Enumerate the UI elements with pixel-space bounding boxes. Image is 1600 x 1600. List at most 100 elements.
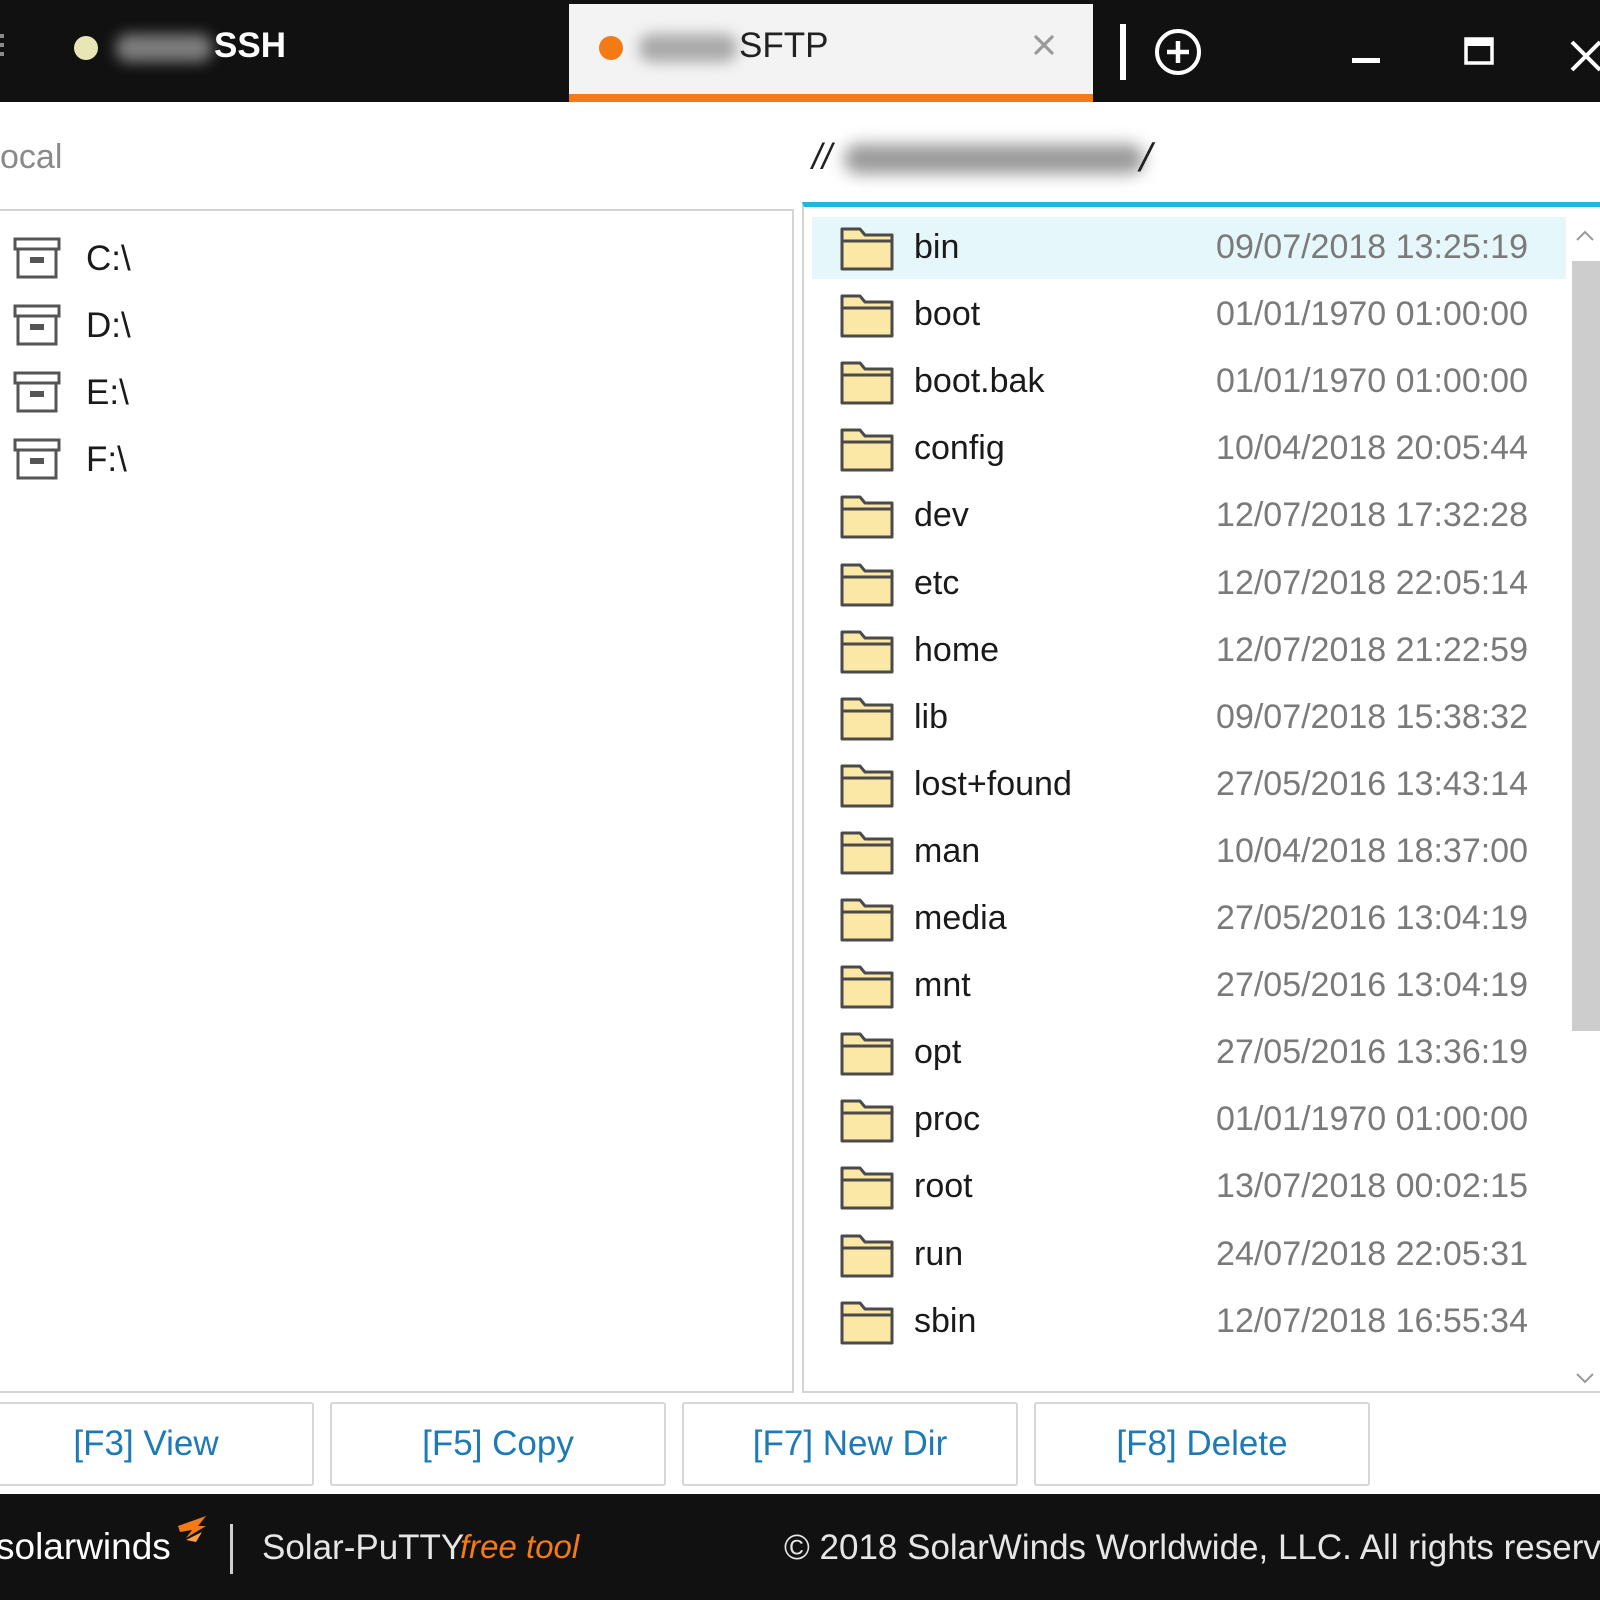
drive-label: C:\ [86,239,131,278]
delete-button[interactable]: [F8] Delete [1034,1402,1370,1486]
plus-circle-icon [1155,29,1201,75]
remote-path-suffix: / [1140,136,1153,177]
folder-icon [840,697,894,741]
product-name: Solar-PuTTY [262,1528,465,1567]
drive-label: E:\ [86,373,129,412]
redacted-remote-host [844,144,1144,174]
file-name: sbin [914,1301,977,1340]
file-date: 12/07/2018 22:05:14 [1216,563,1528,602]
tab-ssh[interactable]: SSH [0,4,568,102]
folder-icon [840,563,894,606]
tab-sftp-title: SFTP [739,26,829,65]
ssh-status-dot [74,36,98,60]
file-row[interactable]: bin 09/07/2018 13:25:19 [812,217,1566,279]
drive-item[interactable]: D:\ [0,296,700,356]
scrollbar[interactable] [1566,217,1600,1387]
file-date: 12/07/2018 21:22:59 [1216,630,1528,669]
folder-icon [840,1166,894,1210]
copyright-text: © 2018 SolarWinds Worldwide, LLC. All ri… [784,1528,1600,1567]
file-date: 09/07/2018 13:25:19 [1216,228,1528,266]
redacted-host-name [639,34,737,62]
free-tool-label: free tool [460,1528,580,1565]
folder-icon [840,227,894,271]
brand-name: solarwinds [0,1526,171,1567]
file-row[interactable]: boot.bak 01/01/1970 01:00:00 [812,351,1566,413]
file-date: 27/05/2016 13:43:14 [1216,764,1528,803]
file-row[interactable]: lost+found 27/05/2016 13:43:14 [812,754,1566,816]
file-name: media [914,899,1007,937]
file-date: 12/07/2018 16:55:34 [1216,1301,1528,1340]
drive-icon [13,304,61,346]
drive-item[interactable]: E:\ [0,363,700,423]
file-date: 24/07/2018 22:05:31 [1216,1234,1528,1273]
drive-icon [13,371,61,413]
file-row[interactable]: media 27/05/2016 13:04:19 [812,888,1566,950]
file-date: 01/01/1970 01:00:00 [1216,295,1528,334]
file-name: run [914,1234,964,1273]
file-date: 12/07/2018 17:32:28 [1216,496,1528,535]
file-row[interactable]: sbin 12/07/2018 16:55:34 [812,1291,1566,1353]
close-icon [1570,40,1600,72]
minimize-button[interactable] [1338,24,1394,80]
file-row[interactable]: dev 12/07/2018 17:32:28 [812,485,1566,547]
file-row[interactable]: etc 12/07/2018 22:05:14 [812,553,1566,615]
new-dir-button[interactable]: [F7] New Dir [682,1402,1018,1486]
file-name: lost+found [914,764,1072,803]
view-button[interactable]: [F3] View [0,1402,314,1486]
file-name: man [914,831,981,870]
file-name: opt [914,1033,962,1072]
drive-item[interactable]: C:\ [0,229,700,289]
file-name: bin [914,228,960,266]
file-date: 10/04/2018 18:37:00 [1216,831,1528,870]
sftp-status-dot [599,36,623,60]
folder-icon [840,495,894,539]
file-name: dev [914,496,969,535]
file-row[interactable]: config 10/04/2018 20:05:44 [812,418,1566,480]
copy-button[interactable]: [F5] Copy [330,1402,666,1486]
new-tab-button[interactable] [1150,24,1206,80]
file-row[interactable]: mnt 27/05/2016 13:04:19 [812,955,1566,1017]
folder-icon [840,764,894,808]
file-row[interactable]: boot 01/01/1970 01:00:00 [812,284,1566,346]
file-name: home [914,630,1000,669]
file-row[interactable]: root 13/07/2018 00:02:15 [812,1156,1566,1218]
file-row[interactable]: run 24/07/2018 22:05:31 [812,1224,1566,1286]
file-name: boot [914,295,981,334]
local-file-panel[interactable]: C:\ D:\ E:\ F:\ [0,209,794,1393]
file-name: boot.bak [914,362,1045,401]
tab-sftp[interactable]: SFTP [569,4,1093,102]
minimize-icon [1352,58,1380,63]
footer-separator [230,1524,233,1574]
file-date: 27/05/2016 13:36:19 [1216,1033,1528,1072]
folder-icon [840,1301,894,1345]
file-row[interactable]: opt 27/05/2016 13:36:19 [812,1022,1566,1084]
remote-path-prefix[interactable]: // [812,136,832,178]
file-row[interactable]: lib 09/07/2018 15:38:32 [812,687,1566,749]
scroll-up-icon [1576,230,1594,241]
folder-icon [840,630,894,674]
scrollbar-thumb[interactable] [1572,261,1600,1031]
folder-icon [840,898,894,942]
tab-ssh-title: SSH [214,26,286,65]
scroll-down-icon [1576,1373,1594,1384]
file-name: mnt [914,966,971,1005]
file-date: 01/01/1970 01:00:00 [1216,362,1528,401]
file-name: etc [914,563,960,602]
close-window-button[interactable] [1560,24,1600,80]
file-date: 09/07/2018 15:38:32 [1216,697,1528,736]
maximize-button[interactable] [1452,24,1508,80]
file-row[interactable]: home 12/07/2018 21:22:59 [812,620,1566,682]
title-bar: SSH SFTP [0,0,1600,102]
folder-icon [840,1032,894,1076]
drive-icon [13,237,61,279]
file-date: 13/07/2018 00:02:15 [1216,1167,1528,1206]
local-panel-label: ocal [0,138,63,176]
file-row[interactable]: man 10/04/2018 18:37:00 [812,821,1566,883]
drive-item[interactable]: F:\ [0,430,700,490]
remote-file-panel[interactable]: bin 09/07/2018 13:25:19 boot 01/01/1970 01:… [802,202,1600,1393]
file-date: 10/04/2018 20:05:44 [1216,429,1528,468]
file-name: config [914,429,1005,468]
file-row[interactable]: proc 01/01/1970 01:00:00 [812,1089,1566,1151]
tab-close-icon[interactable] [1029,30,1059,60]
folder-icon [840,361,894,405]
